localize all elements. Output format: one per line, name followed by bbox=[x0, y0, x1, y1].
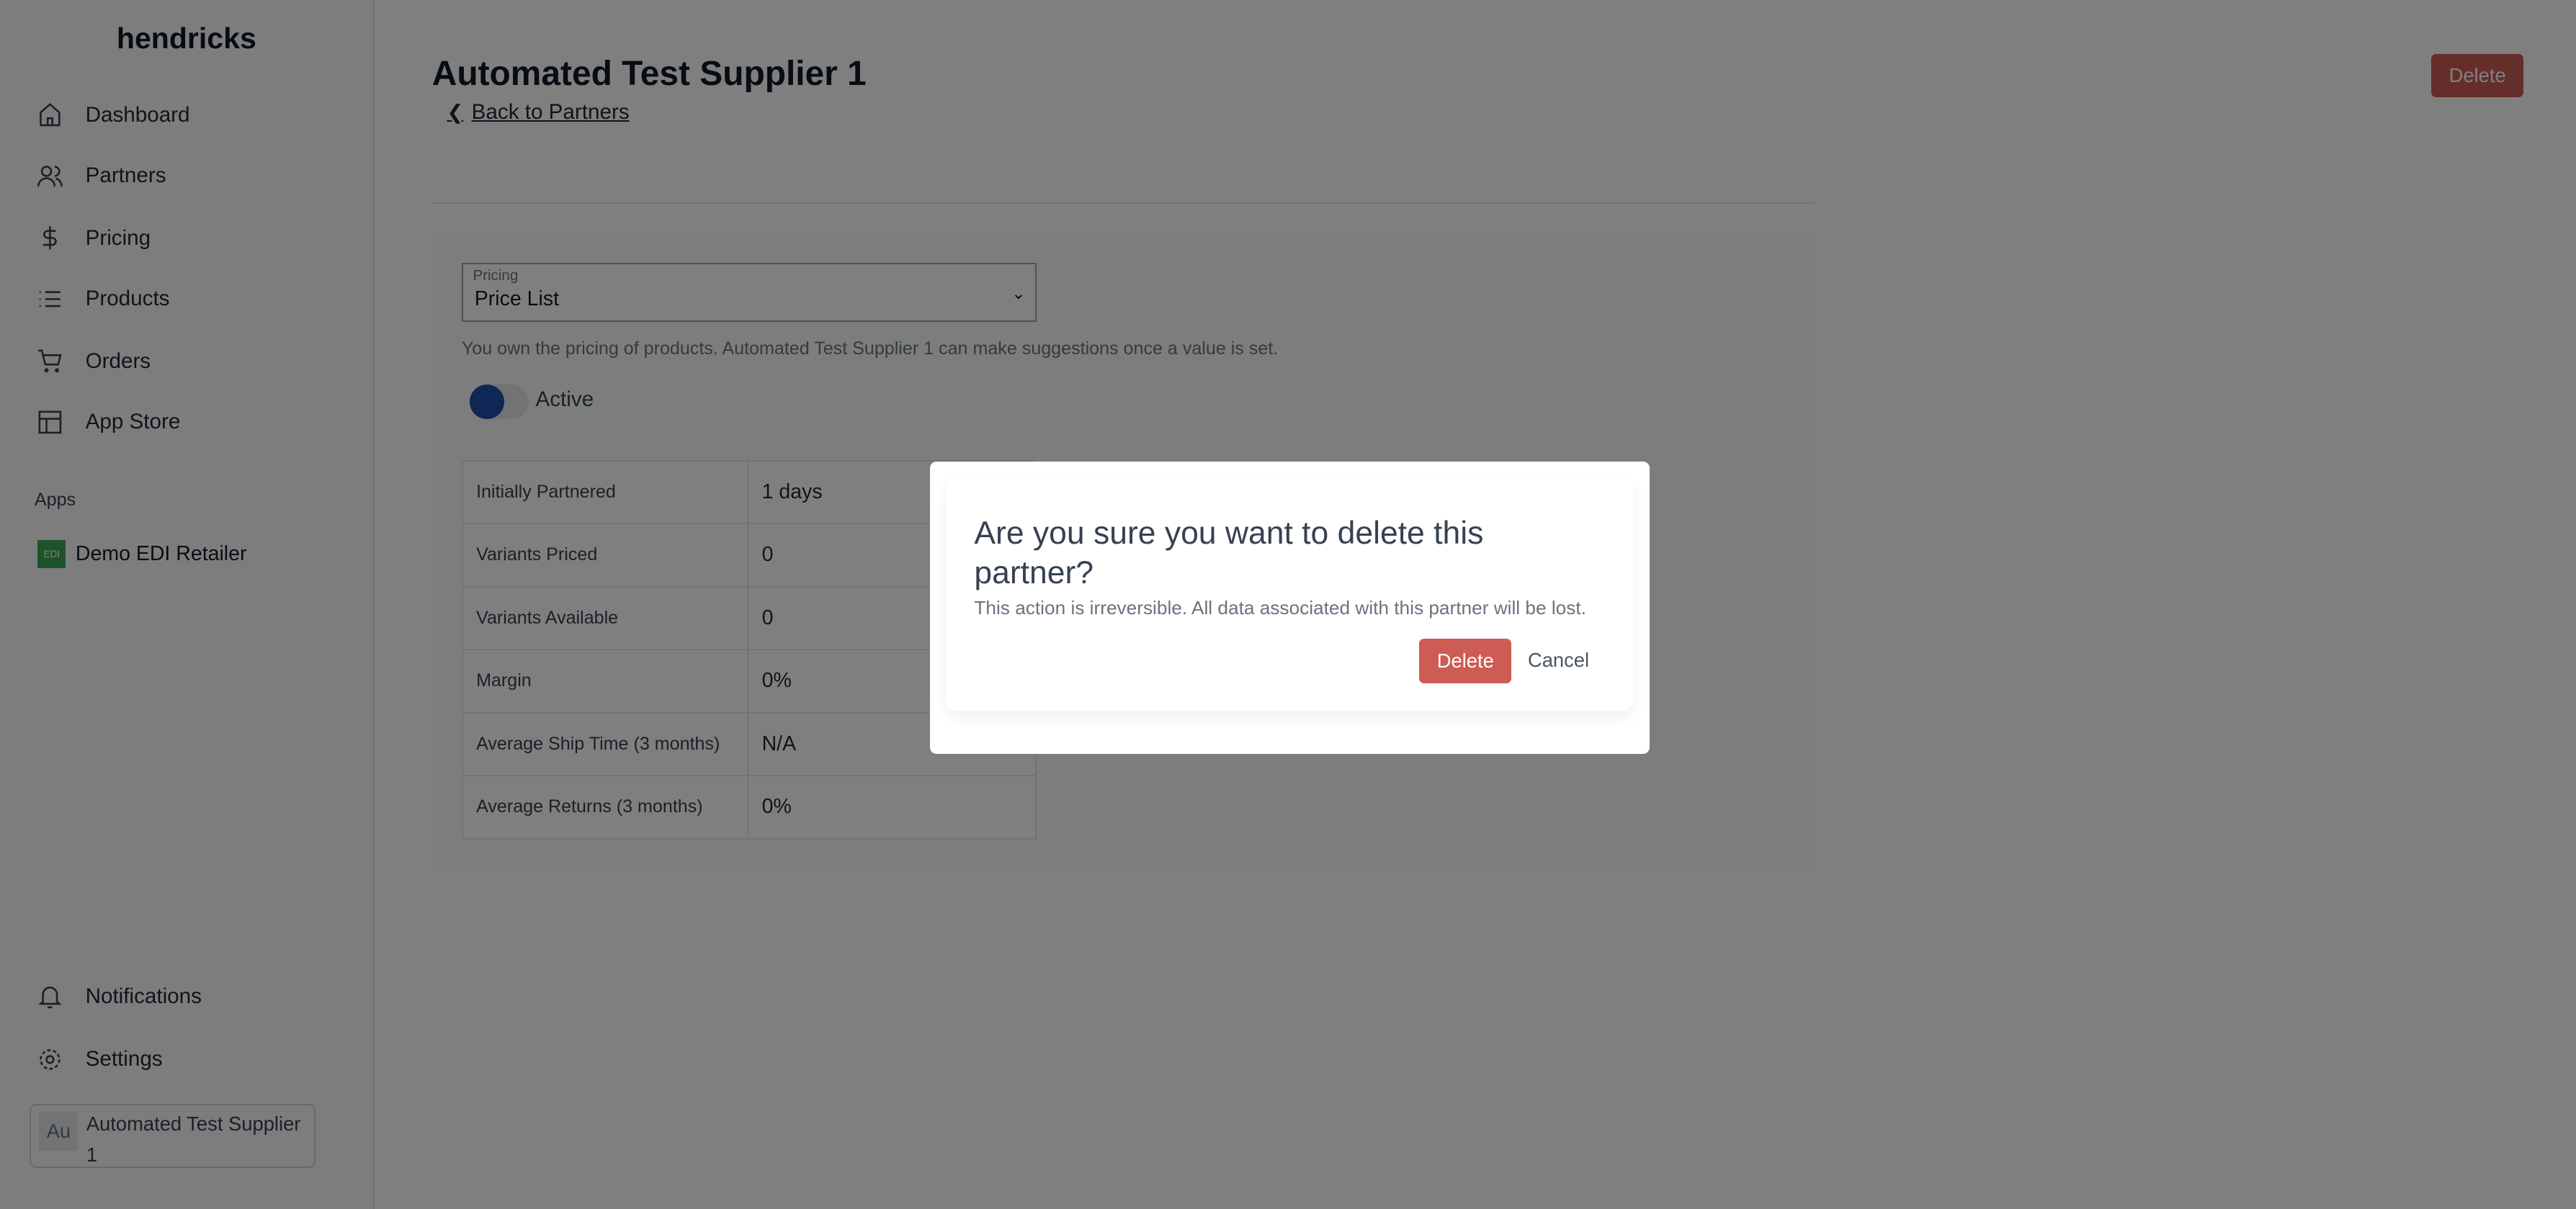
cancel-button[interactable]: Cancel bbox=[1528, 649, 1589, 672]
modal-title: Are you sure you want to delete this par… bbox=[974, 515, 1484, 590]
confirm-delete-button[interactable]: Delete bbox=[1419, 639, 1512, 683]
modal-text: This action is irreversible. All data as… bbox=[974, 597, 1586, 619]
modal-panel: Are you sure you want to delete this par… bbox=[947, 478, 1633, 711]
delete-confirm-modal: Are you sure you want to delete this par… bbox=[929, 461, 1650, 754]
